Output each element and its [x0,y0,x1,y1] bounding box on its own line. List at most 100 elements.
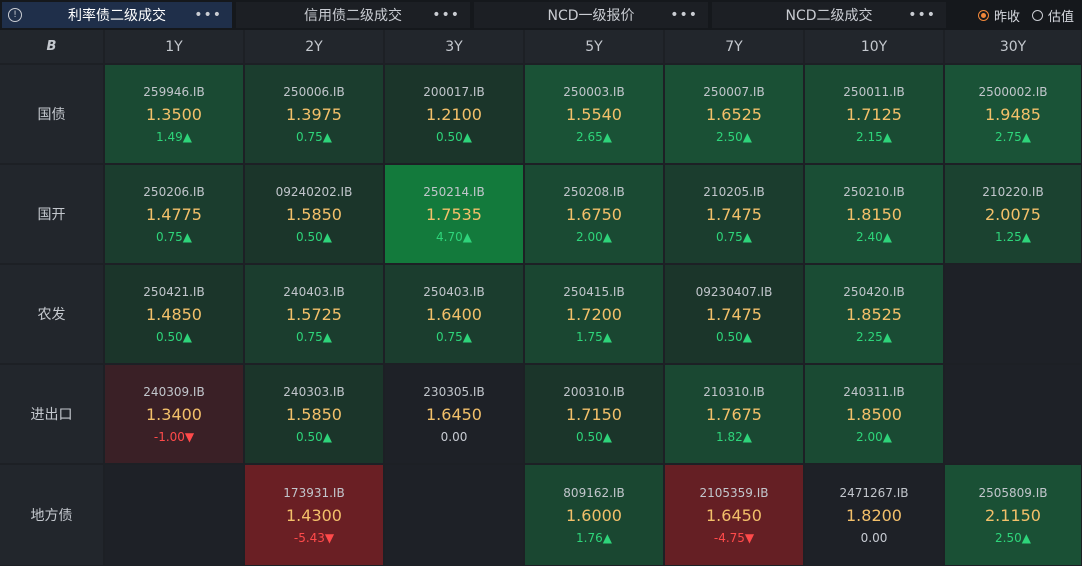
radio-label: 昨收 [993,9,1020,25]
empty-quote-cell [385,465,523,565]
quote-cell[interactable]: 09240202.IB 1.5850 0.50▲ [245,165,383,263]
quote-cell[interactable]: 250421.IB 1.4850 0.50▲ [105,265,243,363]
bond-code: 210220.IB [982,184,1044,199]
quote-cell[interactable]: 200017.IB 1.2100 0.50▲ [385,65,523,163]
more-options-icon[interactable]: ••• [670,2,698,28]
radio-checked-icon[interactable] [977,9,989,21]
quote-cell[interactable]: 250415.IB 1.7200 1.75▲ [525,265,663,363]
column-header-2y[interactable]: 2Y [245,30,383,63]
more-options-icon[interactable]: ••• [432,2,460,28]
bond-code: 230305.IB [423,384,485,399]
tab-label: 信用债二级成交 [304,8,402,24]
quote-cell[interactable]: 240303.IB 1.5850 0.50▲ [245,365,383,463]
quote-cell[interactable]: 250206.IB 1.4775 0.75▲ [105,165,243,263]
bond-code: 250210.IB [843,184,905,199]
yield-change: 0.50▲ [296,229,332,244]
yield-change: -1.00▼ [153,429,195,444]
tab-credit-bond-secondary[interactable]: 信用债二级成交 ••• [236,2,470,28]
yield-change: 0.50▲ [156,329,192,344]
column-header-30y[interactable]: 30Y [945,30,1081,63]
quote-cell[interactable]: 210220.IB 2.0075 1.25▲ [945,165,1081,263]
radio-unchecked-icon[interactable] [1031,9,1043,21]
corner-logo-cell: B [0,30,103,63]
yield-value: 1.3975 [286,104,342,124]
quote-cell[interactable]: 240309.IB 1.3400 -1.00▼ [105,365,243,463]
yield-value: 2.1150 [985,505,1041,525]
bond-code: 250214.IB [423,184,485,199]
more-options-icon[interactable]: ••• [908,2,936,28]
column-header-3y[interactable]: 3Y [385,30,523,63]
info-icon[interactable]: ! [8,8,22,22]
yield-value: 1.7475 [706,204,762,224]
quote-cell[interactable]: 173931.IB 1.4300 -5.43▼ [245,465,383,565]
tab-label: 利率债二级成交 [68,8,166,24]
yield-value: 1.7475 [706,304,762,324]
radio-valuation[interactable]: 估值 [1031,6,1074,25]
empty-quote-cell [105,465,243,565]
yield-change: 0.75▲ [716,229,752,244]
quote-cell[interactable]: 240403.IB 1.5725 0.75▲ [245,265,383,363]
yield-value: 1.8200 [846,505,902,525]
yield-change: 2.50▲ [716,129,752,144]
quote-cell[interactable]: 809162.IB 1.6000 1.76▲ [525,465,663,565]
column-header-5y[interactable]: 5Y [525,30,663,63]
quote-cell[interactable]: 2105359.IB 1.6450 -4.75▼ [665,465,803,565]
quote-cell[interactable]: 250011.IB 1.7125 2.15▲ [805,65,943,163]
quote-cell[interactable]: 250214.IB 1.7535 4.70▲ [385,165,523,263]
yield-value: 1.4300 [286,505,342,525]
tab-ncd-primary-quote[interactable]: NCD一级报价 ••• [474,2,708,28]
quote-cell[interactable]: 210205.IB 1.7475 0.75▲ [665,165,803,263]
yield-change: 1.76▲ [576,530,612,545]
quote-cell[interactable]: 240311.IB 1.8500 2.00▲ [805,365,943,463]
quote-cell[interactable]: 250210.IB 1.8150 2.40▲ [805,165,943,263]
bond-logo-icon: B [46,39,57,54]
yield-change: 2.25▲ [856,329,892,344]
yield-value: 1.7125 [846,104,902,124]
yield-change: 1.75▲ [576,329,612,344]
bond-code: 250421.IB [143,284,205,299]
quote-cell[interactable]: 200310.IB 1.7150 0.50▲ [525,365,663,463]
bond-code: 250206.IB [143,184,205,199]
quote-cell[interactable]: 250007.IB 1.6525 2.50▲ [665,65,803,163]
more-options-icon[interactable]: ••• [194,2,222,28]
quote-cell[interactable]: 259946.IB 1.3500 1.49▲ [105,65,243,163]
quote-cell[interactable]: 250420.IB 1.8525 2.25▲ [805,265,943,363]
column-header-1y[interactable]: 1Y [105,30,243,63]
yield-change: 0.50▲ [716,329,752,344]
yield-change: 1.49▲ [156,129,192,144]
bond-code: 2500002.IB [978,84,1048,99]
yield-value: 1.9485 [985,104,1041,124]
yield-change: 2.00▲ [576,229,612,244]
bond-code: 250007.IB [703,84,765,99]
bond-code: 173931.IB [283,485,345,500]
quote-cell[interactable]: 250003.IB 1.5540 2.65▲ [525,65,663,163]
column-header-7y[interactable]: 7Y [665,30,803,63]
quote-cell[interactable]: 230305.IB 1.6450 0.00 [385,365,523,463]
bond-code: 250415.IB [563,284,625,299]
bond-code: 210205.IB [703,184,765,199]
yield-value: 1.5725 [286,304,342,324]
yield-change: 0.00 [440,429,468,444]
yield-change: -5.43▼ [293,530,335,545]
bond-code: 200017.IB [423,84,485,99]
quote-cell[interactable]: 250403.IB 1.6400 0.75▲ [385,265,523,363]
tab-ncd-secondary[interactable]: NCD二级成交 ••• [712,2,946,28]
yield-value: 1.4775 [146,204,202,224]
empty-quote-cell [945,365,1081,463]
quote-cell[interactable]: 09230407.IB 1.7475 0.50▲ [665,265,803,363]
quote-cell[interactable]: 250208.IB 1.6750 2.00▲ [525,165,663,263]
radio-prev-close[interactable]: 昨收 [977,6,1020,25]
tab-label: NCD二级成交 [785,8,873,24]
tab-rate-bond-secondary[interactable]: ! 利率债二级成交 ••• [2,2,232,28]
quote-cell[interactable]: 210310.IB 1.7675 1.82▲ [665,365,803,463]
yield-value: 1.6450 [706,505,762,525]
yield-change: 0.50▲ [576,429,612,444]
quote-cell[interactable]: 250006.IB 1.3975 0.75▲ [245,65,383,163]
yield-value: 1.7675 [706,404,762,424]
quote-cell[interactable]: 2500002.IB 1.9485 2.75▲ [945,65,1081,163]
bond-code: 240403.IB [283,284,345,299]
quote-cell[interactable]: 2471267.IB 1.8200 0.00 [805,465,943,565]
yield-change: 0.00 [860,530,888,545]
column-header-10y[interactable]: 10Y [805,30,943,63]
quote-cell[interactable]: 2505809.IB 2.1150 2.50▲ [945,465,1081,565]
